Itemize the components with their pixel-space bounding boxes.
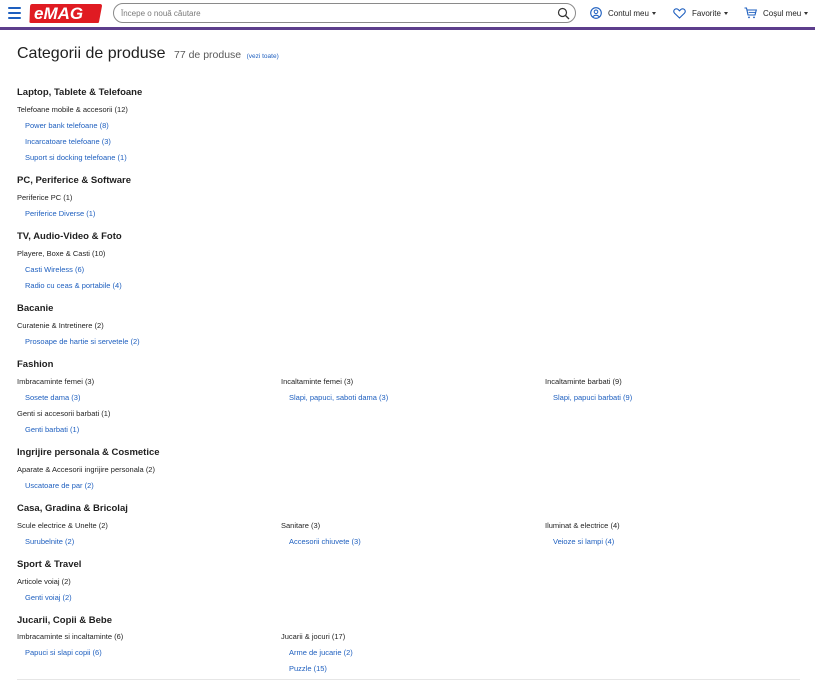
cart-menu[interactable]: Coșul meu xyxy=(744,5,809,21)
emag-logo[interactable]: eMAG xyxy=(29,2,103,24)
category-link[interactable]: Slapi, papuci, saboti dama (3) xyxy=(289,393,388,402)
category-link[interactable]: Uscatoare de par (2) xyxy=(25,481,94,490)
subcategory-link[interactable]: Playere, Boxe & Casti (10) xyxy=(17,249,105,258)
see-all-link[interactable]: (vezi toate) xyxy=(247,53,279,60)
category-link[interactable]: Veioze si lampi (4) xyxy=(553,537,614,546)
page-title: Categorii de produse xyxy=(17,45,166,62)
heart-icon xyxy=(673,7,686,19)
category-link[interactable]: Radio cu ceas & portabile (4) xyxy=(25,281,122,290)
category-link[interactable]: Power bank telefoane (8) xyxy=(25,121,109,130)
account-label: Contul meu xyxy=(608,8,649,18)
category-link[interactable]: Prosoape de hartie si servetele (2) xyxy=(25,337,140,346)
category-link[interactable]: Suport si docking telefoane (1) xyxy=(25,153,127,162)
category-link[interactable]: Genti voiaj (2) xyxy=(25,593,72,602)
menu-icon[interactable] xyxy=(8,7,21,19)
favorites-menu[interactable]: Favorite xyxy=(673,5,728,21)
category-link[interactable]: Papuci si slapi copii (6) xyxy=(25,648,102,657)
section-title[interactable]: TV, Audio-Video & Foto xyxy=(17,231,122,242)
top-header: eMAG Contul meu Favorite Coșul meu xyxy=(0,0,815,28)
subcategory-link[interactable]: Jucarii & jocuri (17) xyxy=(281,632,345,641)
divider xyxy=(17,679,800,680)
category-link[interactable]: Genti barbati (1) xyxy=(25,425,79,434)
category-link[interactable]: Incarcatoare telefoane (3) xyxy=(25,137,111,146)
cart-label: Coșul meu xyxy=(763,8,802,18)
category-link[interactable]: Sosete dama (3) xyxy=(25,393,80,402)
subcategory-link[interactable]: Imbracaminte femei (3) xyxy=(17,377,94,386)
header-divider xyxy=(0,27,815,30)
svg-text:eMAG: eMAG xyxy=(34,4,83,23)
product-count: 77 de produse xyxy=(174,49,242,61)
category-link[interactable]: Casti Wireless (6) xyxy=(25,265,84,274)
subcategory-link[interactable]: Sanitare (3) xyxy=(281,521,320,530)
category-link[interactable]: Accesorii chiuvete (3) xyxy=(289,537,361,546)
section-title[interactable]: Sport & Travel xyxy=(17,559,81,570)
category-link[interactable]: Slapi, papuci barbati (9) xyxy=(553,393,632,402)
subcategory-link[interactable]: Telefoane mobile & accesorii (12) xyxy=(17,105,128,114)
subcategory-link[interactable]: Periferice PC (1) xyxy=(17,193,72,202)
category-link[interactable]: Surubelnite (2) xyxy=(25,537,74,546)
search-icon[interactable] xyxy=(557,7,570,20)
subcategory-link[interactable]: Curatenie & Intretinere (2) xyxy=(17,321,104,330)
subcategory-link[interactable]: Articole voiaj (2) xyxy=(17,577,71,586)
user-icon xyxy=(590,7,602,19)
chevron-down-icon xyxy=(723,11,728,15)
chevron-down-icon xyxy=(804,11,809,15)
page-heading: Categorii de produse 77 de produse (vezi… xyxy=(17,45,279,63)
section-title[interactable]: Ingrijire personala & Cosmetice xyxy=(17,447,160,458)
category-link[interactable]: Arme de jucarie (2) xyxy=(289,648,353,657)
section-title[interactable]: PC, Periferice & Software xyxy=(17,175,131,186)
favorites-label: Favorite xyxy=(692,8,721,18)
subcategory-link[interactable]: Scule electrice & Unelte (2) xyxy=(17,521,108,530)
category-link[interactable]: Periferice Diverse (1) xyxy=(25,209,95,218)
subcategory-link[interactable]: Imbracaminte si incaltaminte (6) xyxy=(17,632,123,641)
chevron-down-icon xyxy=(651,11,656,15)
cart-icon xyxy=(744,7,757,19)
subcategory-link[interactable]: Iluminat & electrice (4) xyxy=(545,521,620,530)
section-title[interactable]: Fashion xyxy=(17,359,53,370)
account-menu[interactable]: Contul meu xyxy=(590,5,656,21)
search-input[interactable] xyxy=(121,6,551,21)
section-title[interactable]: Casa, Gradina & Bricolaj xyxy=(17,503,128,514)
subcategory-link[interactable]: Incaltaminte barbati (9) xyxy=(545,377,622,386)
subcategory-link[interactable]: Genti si accesorii barbati (1) xyxy=(17,409,110,418)
section-title[interactable]: Laptop, Tablete & Telefoane xyxy=(17,87,142,98)
subcategory-link[interactable]: Incaltaminte femei (3) xyxy=(281,377,353,386)
section-title[interactable]: Bacanie xyxy=(17,303,53,314)
search-box xyxy=(113,3,576,23)
category-link[interactable]: Puzzle (15) xyxy=(289,664,327,673)
subcategory-link[interactable]: Aparate & Accesorii ingrijire personala … xyxy=(17,465,155,474)
section-title[interactable]: Jucarii, Copii & Bebe xyxy=(17,615,112,626)
